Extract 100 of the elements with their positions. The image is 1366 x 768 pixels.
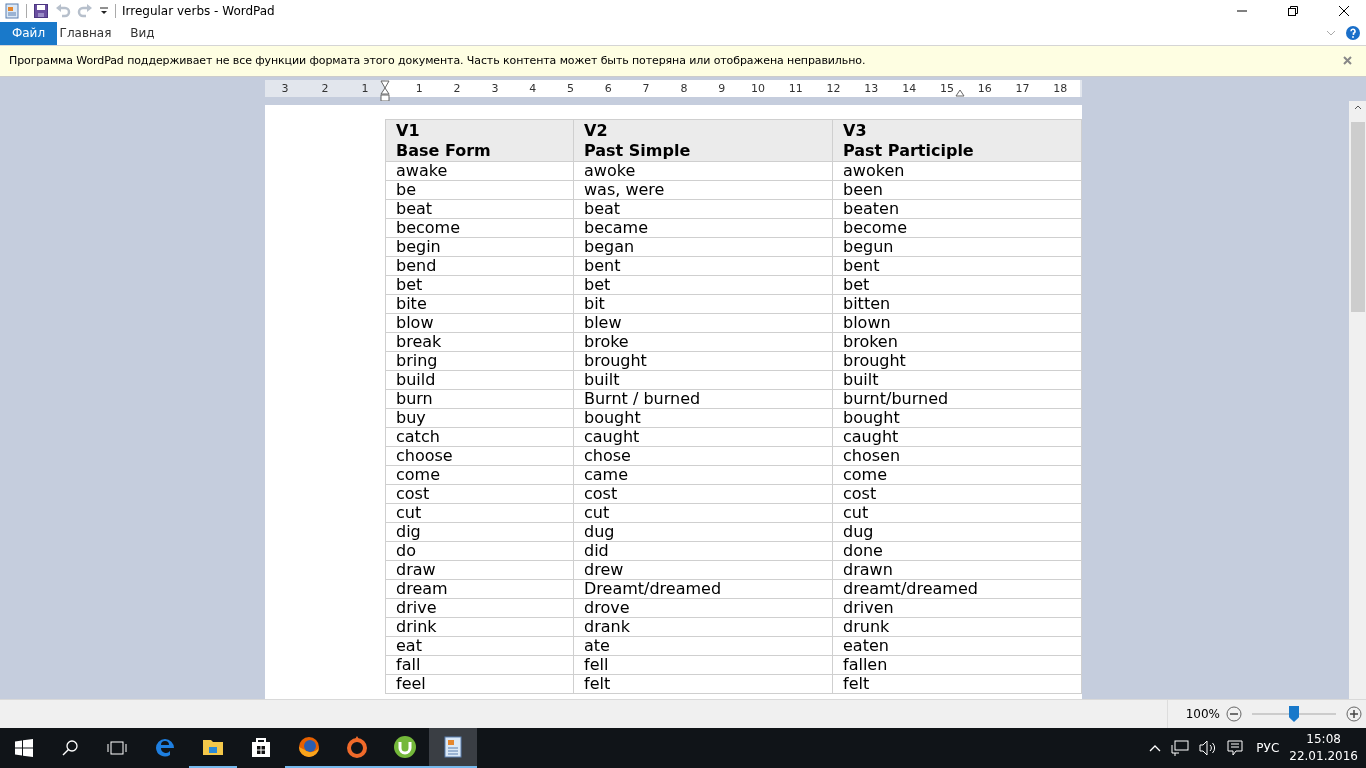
table-cell: chosen: [832, 446, 1082, 466]
clock-date[interactable]: 22.01.2016: [1289, 748, 1358, 765]
table-cell: did: [573, 541, 833, 561]
ring-icon: [345, 735, 369, 759]
table-cell: bet: [385, 275, 574, 295]
table-cell: drive: [385, 598, 574, 618]
zoom-out-icon[interactable]: [1226, 706, 1242, 722]
table-cell: bet: [832, 275, 1082, 295]
table-cell: eat: [385, 636, 574, 656]
table-cell: began: [573, 237, 833, 257]
table-cell: burn: [385, 389, 574, 409]
table-cell: bought: [573, 408, 833, 428]
table-cell: Burnt / burned: [573, 389, 833, 409]
table-cell: built: [832, 370, 1082, 390]
input-language[interactable]: РУС: [1256, 741, 1280, 755]
customize-menu-icon[interactable]: [99, 5, 109, 16]
table-cell: build: [385, 370, 574, 390]
table-cell: come: [385, 465, 574, 485]
ribbon-tab[interactable]: Вид: [114, 21, 171, 45]
globe-icon: [297, 735, 321, 759]
info-message: Программа WordPad поддерживает не все функции формата этого документа. Часть контента может быть потеряна или отображена неправильно.: [9, 54, 866, 68]
windows-start-icon[interactable]: [15, 739, 33, 757]
table-cell: Dreamt/dreamed: [573, 579, 833, 599]
table-cell: bet: [573, 275, 833, 295]
search-icon[interactable]: [62, 740, 78, 756]
chevron-up-icon[interactable]: [1149, 744, 1162, 752]
table-cell: burnt/burned: [832, 389, 1082, 409]
task-view-icon[interactable]: [107, 741, 127, 755]
close-icon[interactable]: [1338, 4, 1350, 17]
table-cell: cut: [573, 503, 833, 523]
network-icon[interactable]: [1171, 740, 1190, 756]
table-cell: bit: [573, 294, 833, 314]
table-cell: awoken: [832, 161, 1082, 181]
table-cell: dug: [573, 522, 833, 542]
window-title: Irregular verbs - WordPad: [122, 3, 275, 18]
table-cell: felt: [573, 674, 833, 694]
ruler-number: 2: [452, 81, 461, 95]
ribbon-tab[interactable]: Файл: [0, 21, 57, 45]
table-cell: felt: [832, 674, 1082, 694]
table-cell: buy: [385, 408, 574, 428]
table-cell: cost: [832, 484, 1082, 504]
table-cell: drunk: [832, 617, 1082, 637]
table-cell: drew: [573, 560, 833, 580]
table-cell: awake: [385, 161, 574, 181]
table-cell: blown: [832, 313, 1082, 333]
shopping-bag-icon: [249, 735, 273, 759]
table-cell: fall: [385, 655, 574, 675]
ruler-number: 13: [864, 81, 877, 95]
table-cell: begin: [385, 237, 574, 257]
table-cell: done: [832, 541, 1082, 561]
ruler-number: 18: [1053, 81, 1066, 95]
ribbon-tab[interactable]: Главная: [57, 21, 114, 45]
table-cell: drink: [385, 617, 574, 637]
ruler-number: 7: [641, 81, 650, 95]
ruler-number: 12: [826, 81, 839, 95]
clock-time[interactable]: 15:08: [1306, 731, 1341, 748]
table-cell: brought: [832, 351, 1082, 371]
restore-icon[interactable]: [1287, 4, 1299, 17]
table-cell: beat: [385, 199, 574, 219]
table-cell: beaten: [832, 199, 1082, 219]
table-cell: been: [832, 180, 1082, 200]
ruler-number: 16: [977, 81, 990, 95]
table-cell: built: [573, 370, 833, 390]
table-cell: chose: [573, 446, 833, 466]
ruler-number: 6: [603, 81, 612, 95]
volume-icon[interactable]: [1199, 740, 1218, 756]
table-cell: draw: [385, 560, 574, 580]
table-cell: dig: [385, 522, 574, 542]
table-cell: bent: [832, 256, 1082, 276]
letter-u-icon: [393, 735, 417, 759]
indent-marker-icon[interactable]: [380, 79, 390, 102]
ruler-number: 11: [788, 81, 801, 95]
indent-marker-icon[interactable]: [955, 88, 965, 97]
ruler-number: 4: [528, 81, 537, 95]
ruler-number: 8: [679, 81, 688, 95]
zoom-level: 100%: [1185, 707, 1220, 721]
table-cell: broken: [832, 332, 1082, 352]
table-cell: was, were: [573, 180, 833, 200]
notification-icon[interactable]: [1227, 740, 1244, 756]
table-cell: break: [385, 332, 574, 352]
table-cell: caught: [573, 427, 833, 447]
help-icon[interactable]: [1346, 26, 1360, 41]
ruler-number: 1: [361, 81, 369, 95]
ruler-number: 3: [490, 81, 499, 95]
table-cell: catch: [385, 427, 574, 447]
wordpad-icon[interactable]: [4, 2, 20, 19]
table-cell: blew: [573, 313, 833, 333]
table-cell: became: [573, 218, 833, 238]
document-icon: [441, 735, 465, 759]
scroll-up-icon[interactable]: [1353, 104, 1362, 110]
scrollbar[interactable]: [1349, 100, 1366, 699]
table-cell: caught: [832, 427, 1082, 447]
table-cell: bought: [832, 408, 1082, 428]
save-icon[interactable]: [33, 2, 49, 19]
table-cell: be: [385, 180, 574, 200]
taskbar-app[interactable]: [429, 728, 477, 768]
table-cell: beat: [573, 199, 833, 219]
table-cell: blow: [385, 313, 574, 333]
slider-thumb[interactable]: [1289, 706, 1299, 722]
zoom-in-icon[interactable]: [1346, 706, 1362, 722]
